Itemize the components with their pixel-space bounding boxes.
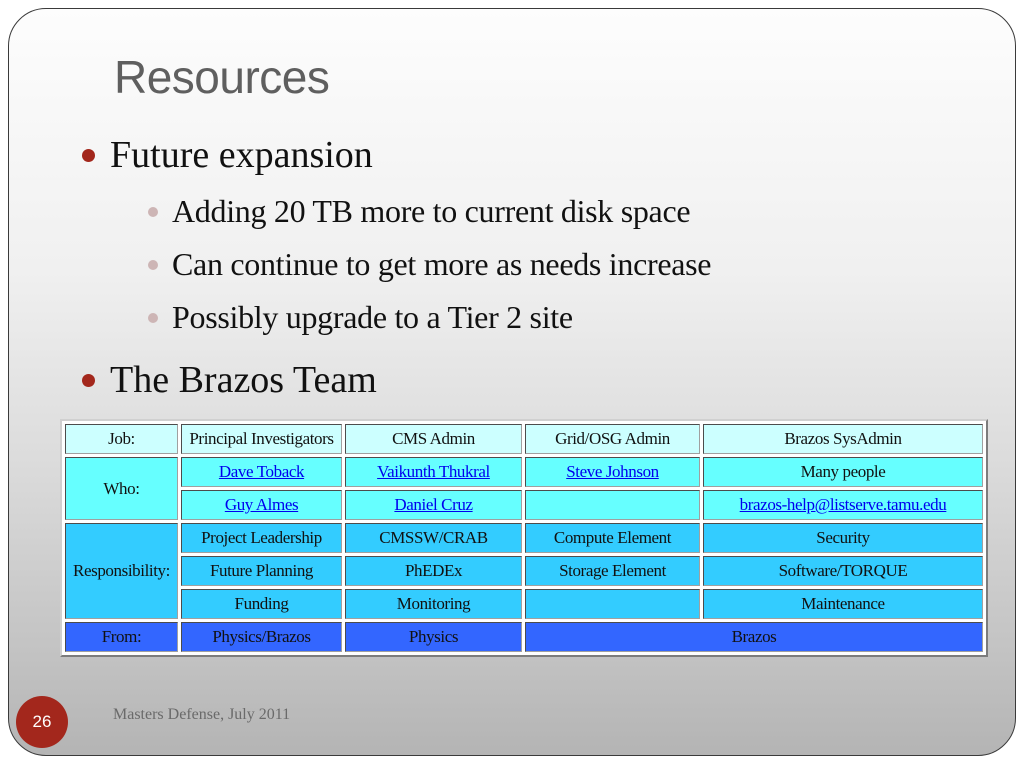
job-cell: CMS Admin <box>345 424 522 454</box>
row-header-responsibility: Responsibility: <box>65 523 178 619</box>
table-row-responsibility: Responsibility: Project Leadership CMSSW… <box>65 523 983 619</box>
row-header-from: From: <box>65 622 178 652</box>
from-cell: Physics <box>345 622 522 652</box>
responsibility-cell: Storage Element <box>525 556 700 586</box>
table-row-responsibility: Future Planning PhEDEx Storage Element S… <box>65 556 983 586</box>
table-row-job: Job: Principal Investigators CMS Admin G… <box>65 424 983 454</box>
table-row-who: Who: Dave Toback Vaikunth Thukral Steve … <box>65 457 983 520</box>
who-cell-empty <box>525 490 700 520</box>
responsibility-cell: CMSSW/CRAB <box>345 523 522 553</box>
row-header-who: Who: <box>65 457 178 520</box>
sub-bullet-text: Possibly upgrade to a Tier 2 site <box>172 299 573 335</box>
responsibility-cell: PhEDEx <box>345 556 522 586</box>
from-cell: Physics/Brazos <box>181 622 342 652</box>
who-cell: Many people <box>703 457 983 487</box>
bullet-text: The Brazos Team <box>110 359 377 401</box>
from-cell: Brazos <box>525 622 983 652</box>
responsibility-cell: Project Leadership <box>181 523 342 553</box>
who-cell: brazos-help@listserve.tamu.edu <box>703 490 983 520</box>
responsibility-cell: Future Planning <box>181 556 342 586</box>
table-row-responsibility: Funding Monitoring Maintenance <box>65 589 983 619</box>
who-cell: Guy Almes <box>181 490 342 520</box>
sub-bullet: Possibly upgrade to a Tier 2 site <box>148 299 573 336</box>
responsibility-cell: Security <box>703 523 983 553</box>
sub-bullet: Can continue to get more as needs increa… <box>148 246 712 283</box>
person-link[interactable]: Dave Toback <box>219 462 305 481</box>
bullet-future-expansion: Future expansion <box>82 133 373 177</box>
bullet-text: Future expansion <box>110 134 373 176</box>
bullet-brazos-team: The Brazos Team <box>82 358 377 402</box>
responsibility-cell-empty <box>525 589 700 619</box>
slide-footer: Masters Defense, July 2011 <box>113 706 291 723</box>
slide-title: Resources <box>114 51 330 103</box>
sub-bullet-dot-icon <box>148 259 158 270</box>
table-row-who: Guy Almes Daniel Cruz brazos-help@listse… <box>65 490 983 520</box>
person-link[interactable]: Vaikunth Thukral <box>377 462 490 481</box>
responsibility-cell: Compute Element <box>525 523 700 553</box>
job-cell: Principal Investigators <box>181 424 342 454</box>
responsibility-cell: Maintenance <box>703 589 983 619</box>
bullet-dot-icon <box>82 148 95 162</box>
who-cell: Vaikunth Thukral <box>345 457 522 487</box>
bullet-dot-icon <box>82 373 95 387</box>
row-header-job: Job: <box>65 424 178 454</box>
responsibility-cell: Funding <box>181 589 342 619</box>
responsibility-cell: Software/TORQUE <box>703 556 983 586</box>
person-link[interactable]: Steve Johnson <box>566 462 659 481</box>
who-cell: Steve Johnson <box>525 457 700 487</box>
who-cell: Dave Toback <box>181 457 342 487</box>
person-link[interactable]: Daniel Cruz <box>394 495 473 514</box>
responsibility-cell: Monitoring <box>345 589 522 619</box>
who-cell: Daniel Cruz <box>345 490 522 520</box>
person-link[interactable]: Guy Almes <box>225 495 299 514</box>
sub-bullet: Adding 20 TB more to current disk space <box>148 193 691 230</box>
sub-bullet-text: Adding 20 TB more to current disk space <box>172 193 691 229</box>
email-link[interactable]: brazos-help@listserve.tamu.edu <box>740 495 947 514</box>
sub-bullet-dot-icon <box>148 312 158 323</box>
brazos-team-table: Job: Principal Investigators CMS Admin G… <box>60 419 988 657</box>
job-cell: Brazos SysAdmin <box>703 424 983 454</box>
page-number-badge: 26 <box>16 696 68 748</box>
sub-bullet-dot-icon <box>148 206 158 217</box>
sub-bullet-text: Can continue to get more as needs increa… <box>172 246 712 282</box>
table-row-from: From: Physics/Brazos Physics Brazos <box>65 622 983 652</box>
job-cell: Grid/OSG Admin <box>525 424 700 454</box>
